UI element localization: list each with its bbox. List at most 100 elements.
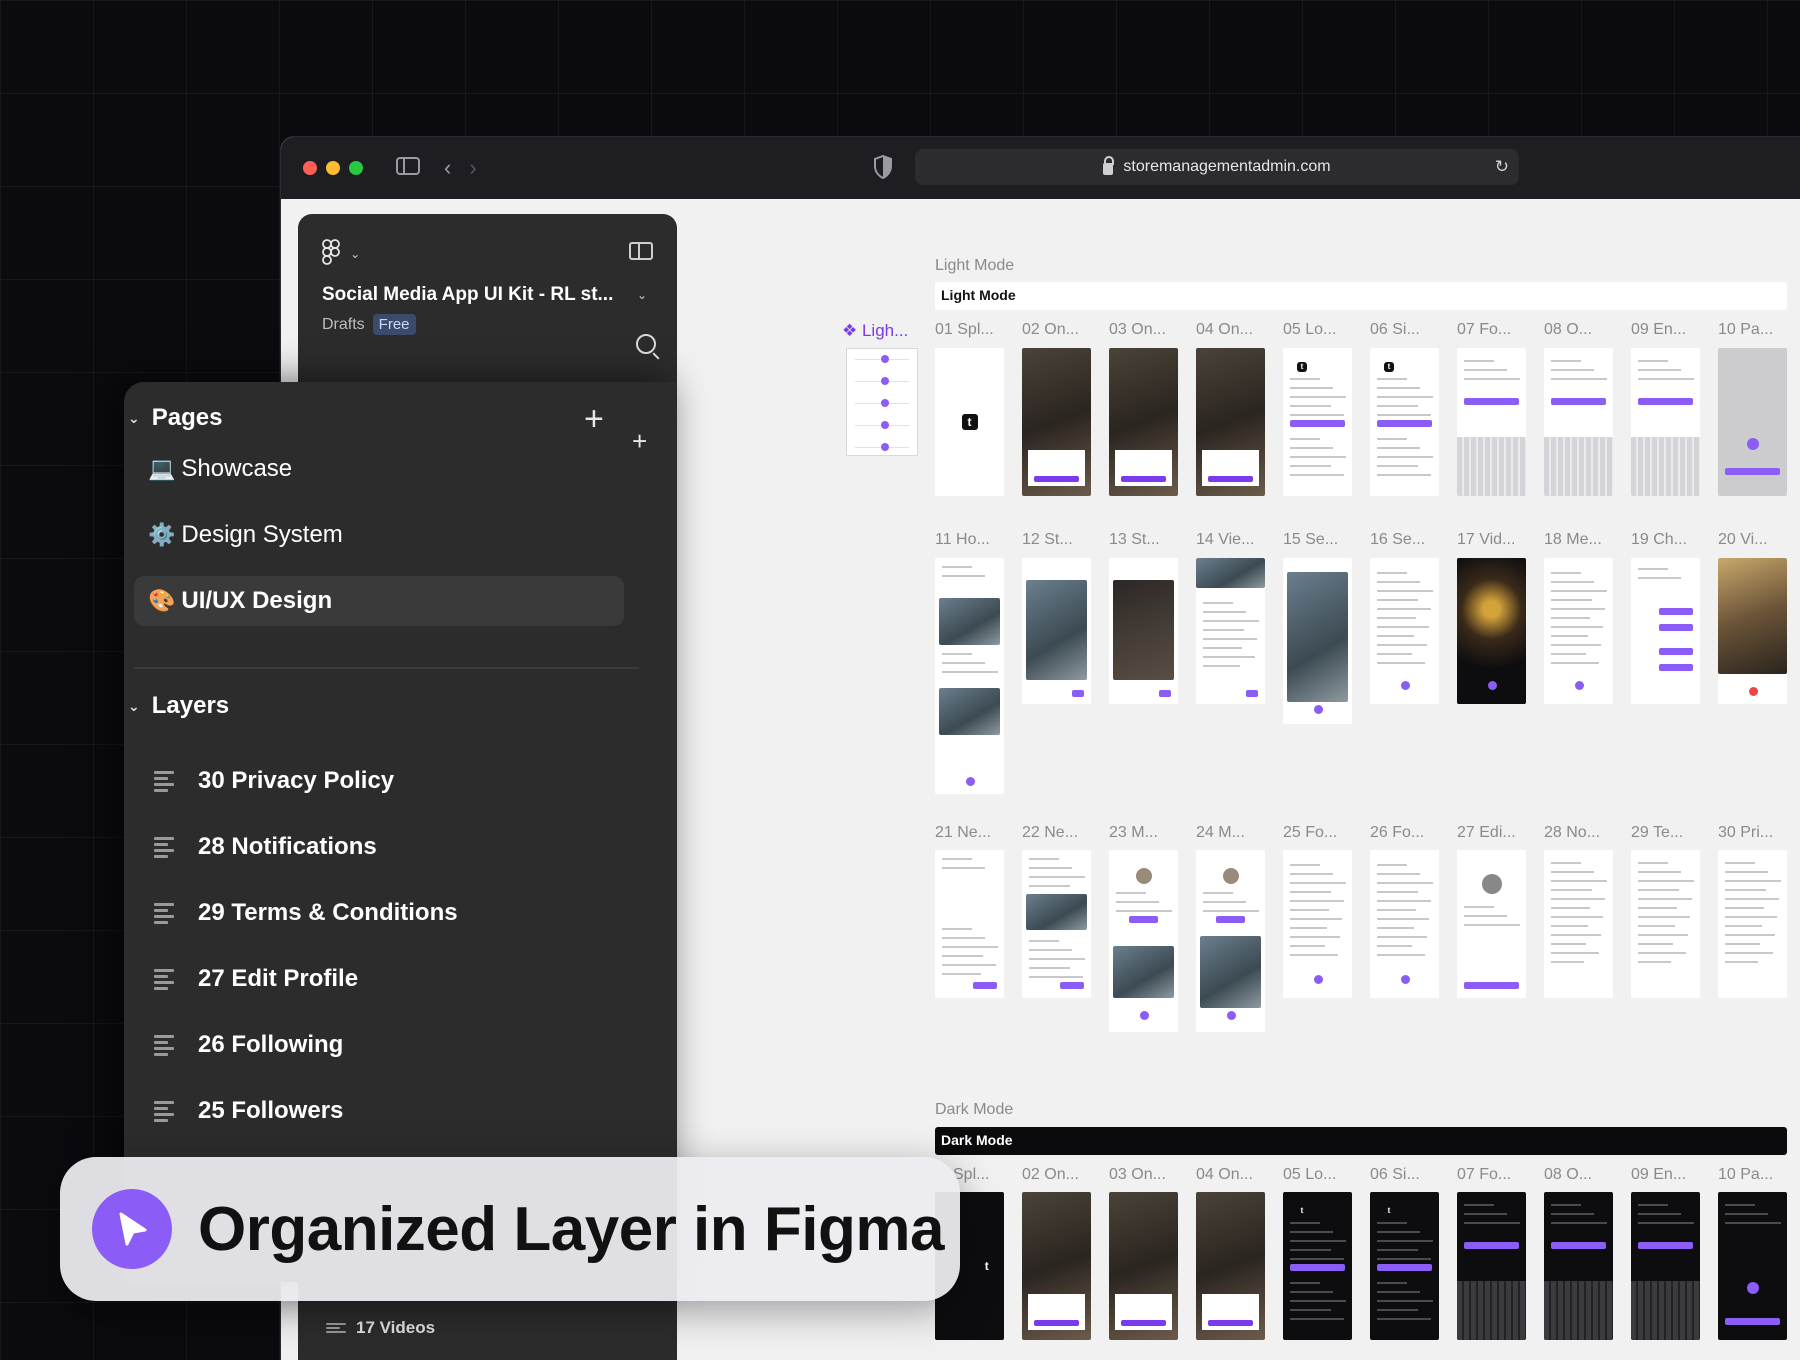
- frame-label[interactable]: 16 Se...: [1370, 531, 1425, 549]
- drafts-label[interactable]: Drafts: [322, 316, 365, 333]
- page-item-design-system[interactable]: ⚙️ Design System: [134, 510, 624, 560]
- privacy-shield-icon[interactable]: [873, 155, 893, 179]
- frame-label[interactable]: 09 En...: [1631, 1166, 1686, 1184]
- screen-frame-thumbnail[interactable]: t: [1283, 348, 1352, 496]
- screen-frame-thumbnail[interactable]: [1109, 558, 1178, 704]
- frame-label[interactable]: 08 O...: [1544, 321, 1592, 339]
- frame-label[interactable]: 14 Vie...: [1196, 531, 1254, 549]
- figma-menu-button[interactable]: ⌄: [322, 238, 360, 266]
- maximize-window-button[interactable]: [349, 161, 363, 175]
- layer-item-videos[interactable]: 17 Videos: [326, 1318, 435, 1338]
- screen-frame-thumbnail[interactable]: [1283, 850, 1352, 998]
- screen-frame-thumbnail[interactable]: [1022, 348, 1091, 496]
- file-menu-chevron-icon[interactable]: ⌄: [637, 288, 647, 302]
- screen-frame-thumbnail[interactable]: [1370, 850, 1439, 998]
- screen-frame-thumbnail[interactable]: [1544, 348, 1613, 496]
- screen-frame-thumbnail[interactable]: [1718, 850, 1787, 998]
- dark-mode-section-header[interactable]: Dark Mode: [935, 1127, 1787, 1155]
- screen-frame-thumbnail[interactable]: [1631, 1192, 1700, 1340]
- layer-item[interactable]: 29 Terms & Conditions: [154, 899, 458, 927]
- frame-label[interactable]: 10 Pa...: [1718, 1166, 1773, 1184]
- frame-label[interactable]: 22 Ne...: [1022, 824, 1078, 842]
- frame-label[interactable]: 04 On...: [1196, 1166, 1253, 1184]
- frame-label[interactable]: 29 Te...: [1631, 824, 1683, 842]
- frame-label[interactable]: 01 Spl...: [935, 321, 994, 339]
- back-arrow-icon[interactable]: ‹: [444, 155, 451, 181]
- frame-label[interactable]: 15 Se...: [1283, 531, 1338, 549]
- screen-frame-thumbnail[interactable]: t: [1370, 348, 1439, 496]
- frame-label[interactable]: 23 M...: [1109, 824, 1158, 842]
- screen-frame-thumbnail[interactable]: [1544, 1192, 1613, 1340]
- frame-label[interactable]: 03 On...: [1109, 321, 1166, 339]
- reload-icon[interactable]: ↻: [1495, 157, 1509, 177]
- page-item-showcase[interactable]: 💻 Showcase: [134, 444, 624, 494]
- screen-frame-thumbnail[interactable]: [1109, 850, 1178, 1032]
- page-item-ui-ux-design[interactable]: 🎨 UI/UX Design: [134, 576, 624, 626]
- screen-frame-thumbnail[interactable]: [1718, 348, 1787, 496]
- frame-label[interactable]: 30 Pri...: [1718, 824, 1773, 842]
- file-title[interactable]: Social Media App UI Kit - RL st...: [322, 284, 613, 306]
- frame-label[interactable]: 17 Vid...: [1457, 531, 1515, 549]
- screen-frame-thumbnail[interactable]: [1022, 850, 1091, 998]
- frame-label[interactable]: 20 Vi...: [1718, 531, 1768, 549]
- frame-label[interactable]: 06 Si...: [1370, 321, 1420, 339]
- frame-label[interactable]: 25 Fo...: [1283, 824, 1337, 842]
- frame-label[interactable]: 02 On...: [1022, 321, 1079, 339]
- frame-label[interactable]: 12 St...: [1022, 531, 1073, 549]
- screen-frame-thumbnail[interactable]: [1196, 558, 1265, 704]
- panel-toggle-icon[interactable]: [629, 242, 653, 260]
- screen-frame-thumbnail[interactable]: [1631, 850, 1700, 998]
- screen-frame-thumbnail[interactable]: [1718, 558, 1787, 704]
- screen-frame-thumbnail[interactable]: [1457, 1192, 1526, 1340]
- frame-label[interactable]: 09 En...: [1631, 321, 1686, 339]
- screen-frame-thumbnail[interactable]: [1109, 1192, 1178, 1340]
- search-icon[interactable]: [636, 334, 656, 354]
- frame-label[interactable]: 24 M...: [1196, 824, 1245, 842]
- layer-item[interactable]: 25 Followers: [154, 1097, 343, 1125]
- screen-frame-thumbnail[interactable]: t: [1370, 1192, 1439, 1340]
- frame-label[interactable]: 08 O...: [1544, 1166, 1592, 1184]
- add-item-button[interactable]: +: [632, 428, 647, 454]
- screen-frame-thumbnail[interactable]: [1022, 1192, 1091, 1340]
- frame-label[interactable]: 06 Si...: [1370, 1166, 1420, 1184]
- frame-label[interactable]: 27 Edi...: [1457, 824, 1516, 842]
- screen-frame-thumbnail[interactable]: [1109, 348, 1178, 496]
- screen-frame-thumbnail[interactable]: [1022, 558, 1091, 704]
- screen-frame-thumbnail[interactable]: [1457, 558, 1526, 704]
- frame-label[interactable]: 28 No...: [1544, 824, 1600, 842]
- frame-label[interactable]: 07 Fo...: [1457, 1166, 1511, 1184]
- screen-frame-thumbnail[interactable]: [1457, 850, 1526, 998]
- frame-label[interactable]: 07 Fo...: [1457, 321, 1511, 339]
- screen-frame-thumbnail[interactable]: [1196, 1192, 1265, 1340]
- forward-arrow-icon[interactable]: ›: [469, 155, 476, 181]
- screen-frame-thumbnail[interactable]: t: [1283, 1192, 1352, 1340]
- frame-label[interactable]: 10 Pa...: [1718, 321, 1773, 339]
- close-window-button[interactable]: [303, 161, 317, 175]
- screen-frame-thumbnail[interactable]: [1196, 850, 1265, 1032]
- selected-component-label[interactable]: ❖ Ligh...: [842, 321, 908, 341]
- screen-frame-thumbnail[interactable]: [1370, 558, 1439, 704]
- frame-label[interactable]: 18 Me...: [1544, 531, 1602, 549]
- frame-label[interactable]: 05 Lo...: [1283, 1166, 1336, 1184]
- layer-item[interactable]: 28 Notifications: [154, 833, 377, 861]
- screen-frame-thumbnail[interactable]: [1631, 348, 1700, 496]
- screen-frame-thumbnail[interactable]: [1196, 348, 1265, 496]
- layer-item[interactable]: 30 Privacy Policy: [154, 767, 394, 795]
- pages-section-header[interactable]: ⌄ Pages: [128, 404, 222, 432]
- screen-frame-thumbnail[interactable]: [1457, 348, 1526, 496]
- add-page-button[interactable]: +: [584, 402, 604, 436]
- frame-label[interactable]: 02 On...: [1022, 1166, 1079, 1184]
- screen-frame-thumbnail[interactable]: [935, 850, 1004, 998]
- screen-frame-thumbnail[interactable]: [1718, 1192, 1787, 1340]
- frame-label[interactable]: 26 Fo...: [1370, 824, 1424, 842]
- screen-frame-thumbnail[interactable]: [1544, 558, 1613, 704]
- screen-frame-thumbnail[interactable]: t: [935, 348, 1004, 496]
- collapse-arrow-icon[interactable]: ⌄: [128, 410, 140, 427]
- frame-label[interactable]: Spl...: [953, 1166, 989, 1184]
- light-mode-section-header[interactable]: Light Mode: [935, 282, 1787, 310]
- frame-label[interactable]: 19 Ch...: [1631, 531, 1687, 549]
- screen-frame-thumbnail[interactable]: [1283, 558, 1352, 724]
- frame-label[interactable]: 03 On...: [1109, 1166, 1166, 1184]
- layer-item[interactable]: 27 Edit Profile: [154, 965, 358, 993]
- layer-item[interactable]: 26 Following: [154, 1031, 343, 1059]
